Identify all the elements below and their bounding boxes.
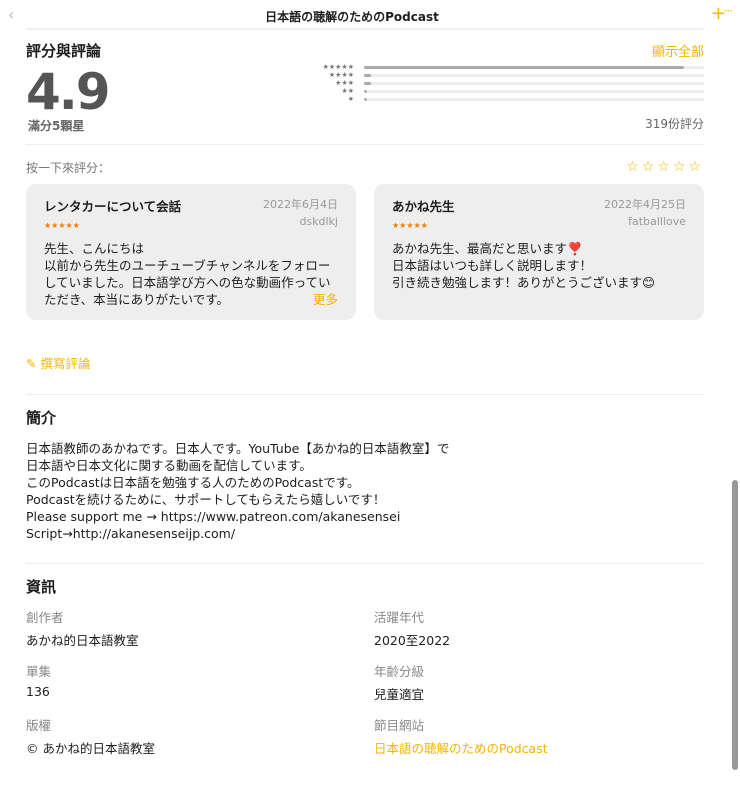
review-author: fatballlove [628,215,686,228]
review-title: レンタカーについて会話 [44,199,182,214]
write-review-button[interactable]: ✎ 撰寫評論 [26,353,704,395]
histogram-fill [364,65,684,69]
review-date: 2022年4月25日 [604,198,686,211]
histogram-row: ★★★★ [304,71,704,79]
tap-to-rate-label: 按一下來評分： [26,161,111,175]
info-item: 版權 © あかね的日本語教室 [26,715,374,757]
histogram-bar [364,97,704,101]
write-review-label: 撰寫評論 [40,356,91,371]
histogram-stars: ★★★ [335,79,354,87]
info-label: 創作者 [26,610,64,625]
info-value: 2020至2022 [374,633,451,648]
histogram-stars: ★★★★ [328,71,354,79]
about-text: 日本語教師のあかねです。日本人です。YouTube【あかね的日本語教室】で 日本… [26,441,450,541]
info-value: あかね的日本語教室 [26,633,139,648]
histogram-fill [364,89,368,93]
histogram-row: ★★★ [304,79,704,87]
info-label: 節目網站 [374,718,425,733]
review-author: dskdlkj [299,215,338,228]
histogram-stars: ★★★★★ [322,63,354,71]
review-title: あかね先生 [392,199,455,214]
more-link[interactable]: 更多 [306,291,338,308]
histogram-bar [364,89,704,93]
info-value: © あかね的日本語教室 [26,741,155,756]
review-stars: ★★★★★ [392,221,428,230]
info-item: 單集 136 [26,661,374,703]
info-heading: 資訊 [26,578,57,596]
info-item: 年齡分級 兒童適宜 [374,661,704,703]
compose-icon: ✎ [26,356,41,371]
histogram-row: ★★★★★ [304,63,704,71]
histogram-row: ★★ [304,87,704,95]
window-title: 日本語の聴解のためのPodcast [265,10,439,24]
show-all-link[interactable]: 顯示全部 [652,41,704,60]
review-body: 先生、こんにちは 以前から先生のユーチューブチャンネルをフォローしていました。日… [44,241,331,307]
rating-score: 4.9 [26,63,111,121]
rating-count: 319份評分 [645,117,704,131]
histogram-bar [364,81,704,85]
info-item: 活躍年代 2020至2022 [374,607,704,649]
histogram-row: ★ [304,95,704,103]
review-card[interactable]: レンタカーについて会話 2022年6月4日 ★★★★★ dskdlkj 先生、こんに… [26,184,356,320]
review-card[interactable]: あかね先生 2022年4月25日 ★★★★★ fatballlove あかね先生、最… [374,184,704,320]
info-value[interactable]: 日本語の聴解のためのPodcast [374,738,704,757]
histogram-bar [364,65,704,69]
info-label: 活躍年代 [374,610,425,625]
review-body: あかね先生、最高だと思います❣️ 日本語はいつも詳しく説明します！ 引き続き勉強… [392,241,656,290]
review-date: 2022年6月4日 [263,198,338,211]
info-label: 版權 [26,718,52,733]
histogram-stars: ★ [347,95,354,103]
histogram-bar [364,73,704,77]
tap-to-rate-stars[interactable]: ☆☆☆☆☆ [626,159,704,176]
info-label: 單集 [26,664,52,679]
histogram-fill [364,81,371,85]
ellipsis-icon[interactable]: ··· [724,4,734,18]
scrollbar[interactable] [732,480,738,770]
title-bar: ‹ 日本語の聴解のためのPodcast + ··· [8,0,733,30]
info-label: 年齡分級 [374,664,425,679]
info-item: 創作者あかね的日本語教室 [26,607,374,649]
info-value: 兒童適宜 [374,687,425,702]
histogram-stars: ★★ [341,87,354,95]
histogram-fill [364,73,371,77]
info-item[interactable]: 節目網站日本語の聴解のためのPodcast [374,715,704,757]
about-heading: 簡介 [26,409,57,427]
info-value: 136 [26,684,50,699]
review-stars: ★★★★★ [44,221,80,230]
histogram-fill [364,97,368,101]
rating-summary: 4.9 滿分5顆星 ★★★★★ ★★★★ ★★★ ★★ ★ 319份評分 [26,61,704,145]
ratings-heading: 評分與評論 [26,42,102,60]
rating-histogram: ★★★★★ ★★★★ ★★★ ★★ ★ 319份評分 [304,61,704,144]
